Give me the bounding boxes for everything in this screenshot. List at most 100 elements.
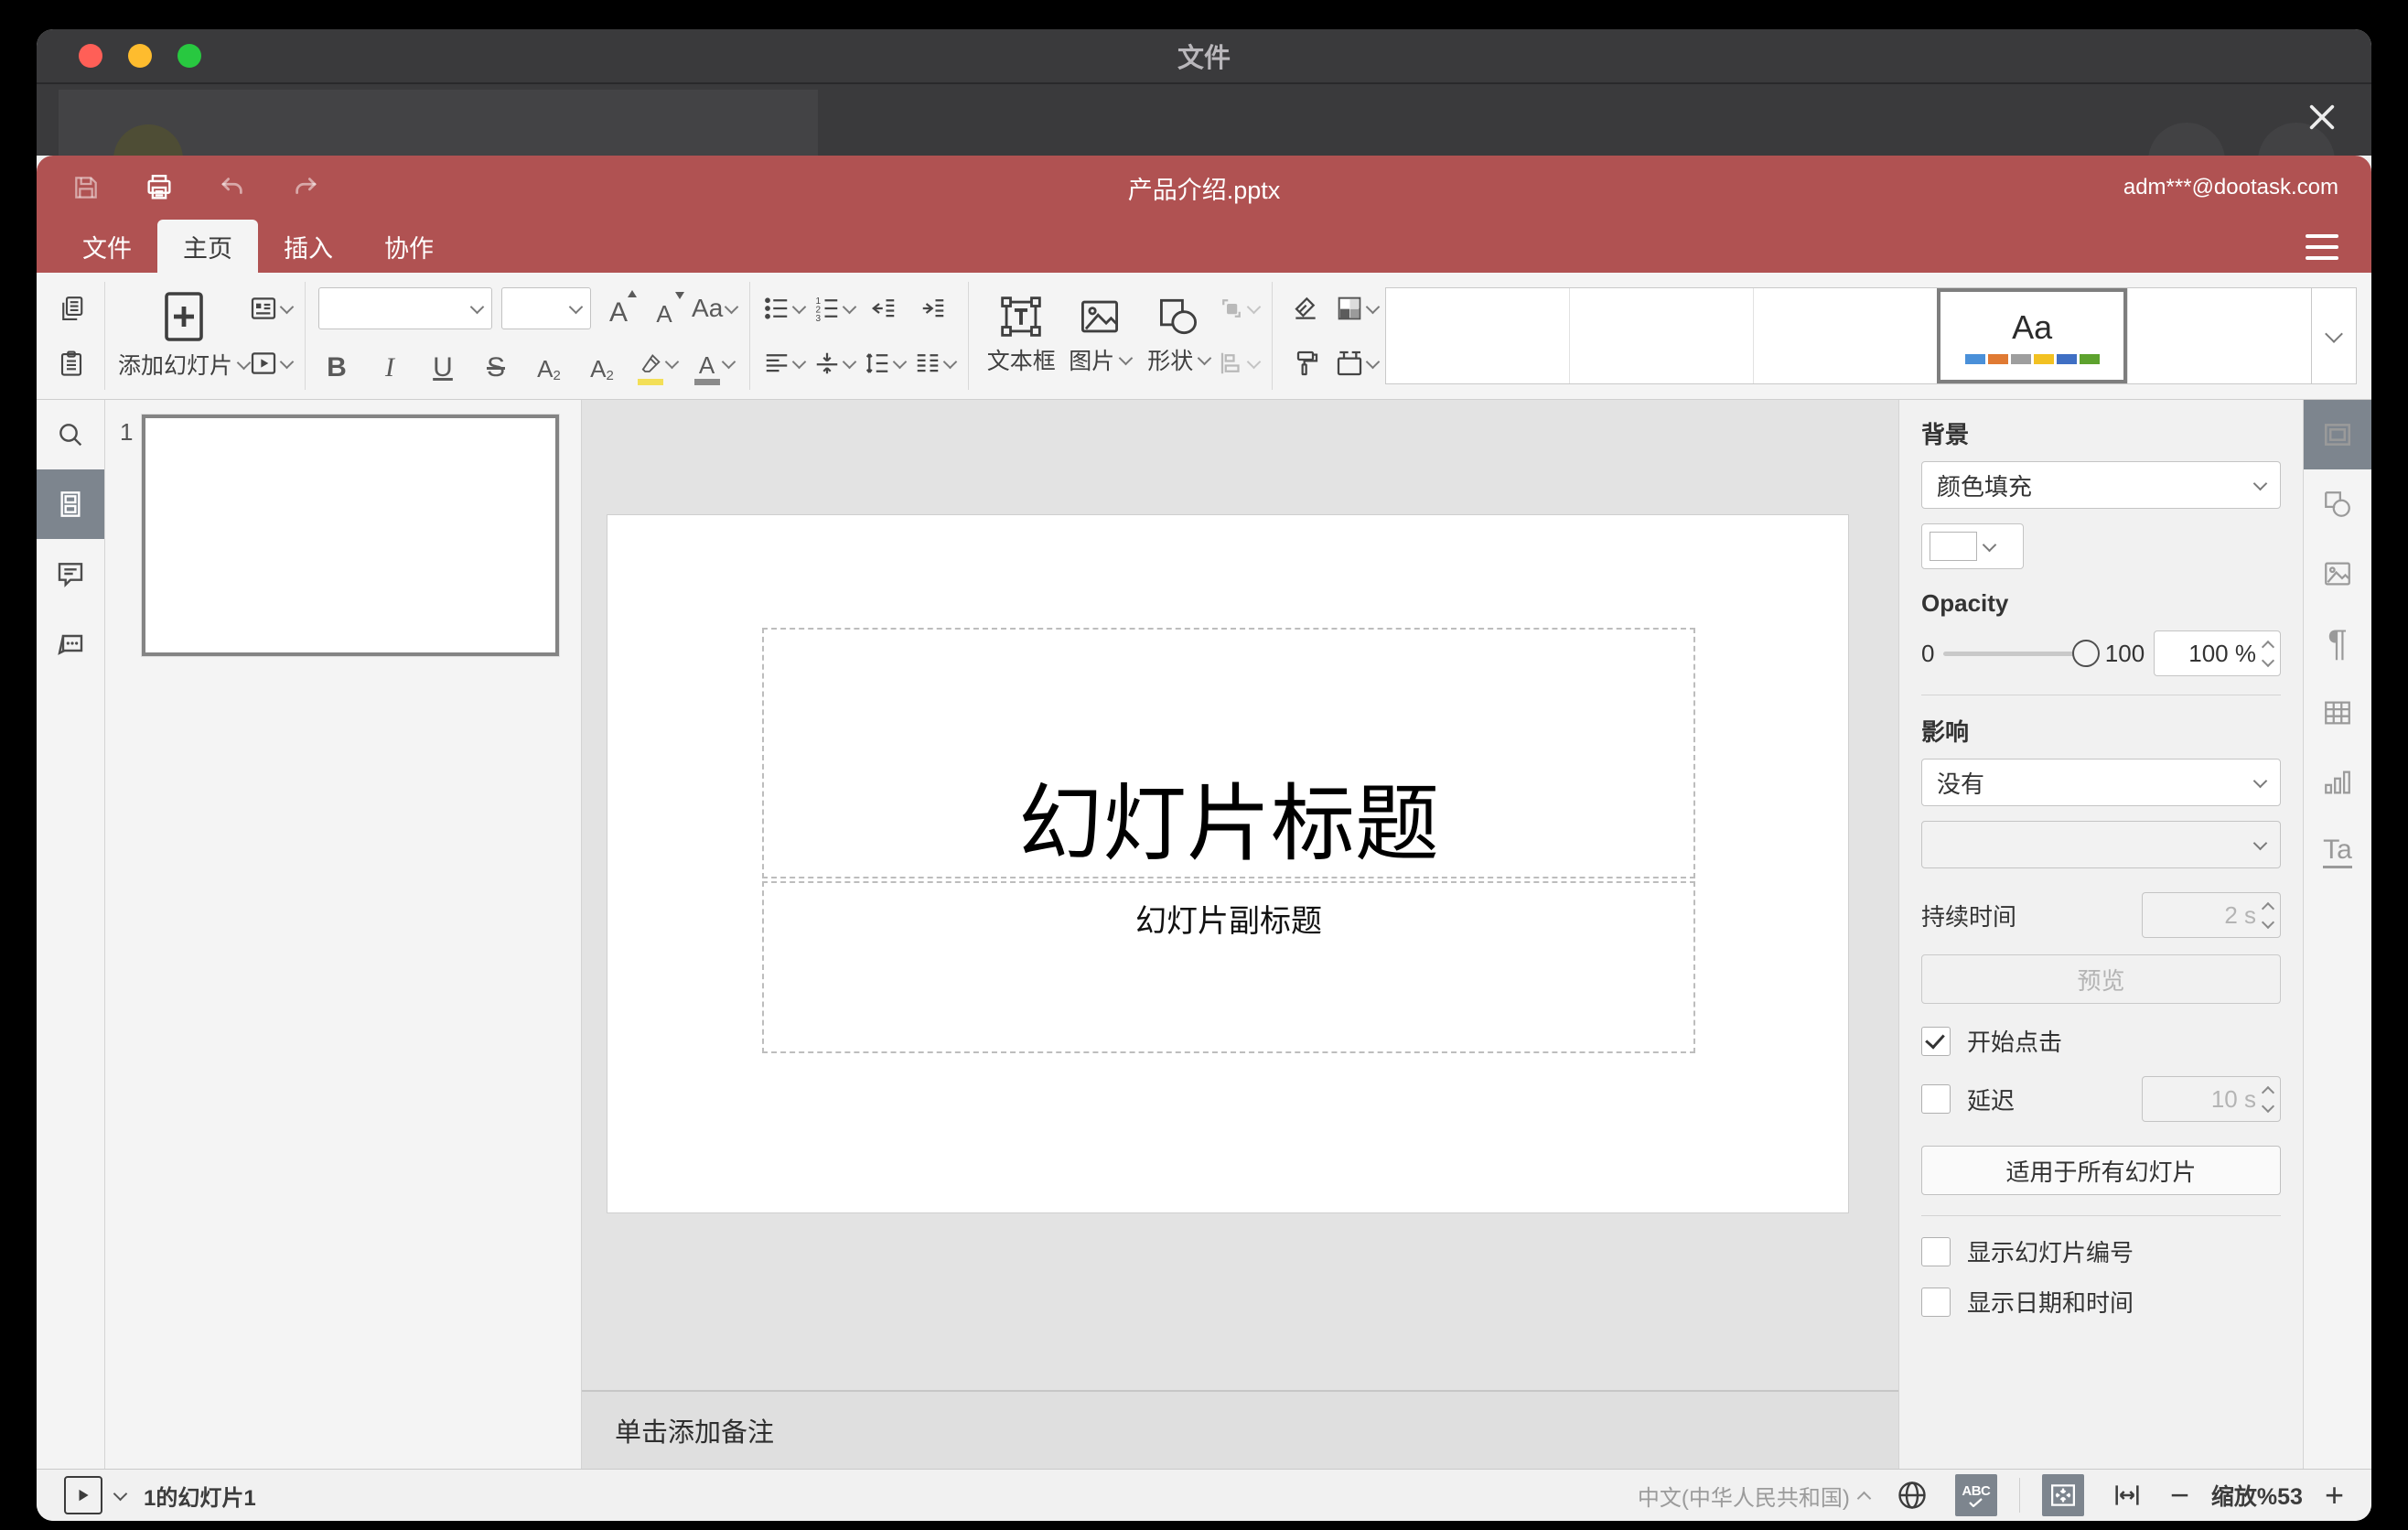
slides-panel-icon[interactable] [37,469,104,539]
theme-cell[interactable] [2127,288,2311,383]
color-scheme-button[interactable] [1335,286,1381,330]
table-settings-icon[interactable] [2304,678,2371,748]
theme-cell[interactable] [1753,288,1937,383]
preview-button[interactable]: 预览 [1921,954,2281,1004]
format-painter-button[interactable] [1285,341,1326,385]
delay-spinner[interactable]: 10 s [2142,1076,2281,1122]
insert-textbox-button[interactable]: 文本框 [982,285,1060,387]
italic-button[interactable]: I [371,339,408,387]
slide-canvas[interactable]: 幻灯片标题 幻灯片副标题 [582,400,1898,1390]
theme-cell[interactable] [1569,288,1753,383]
tab-home[interactable]: 主页 [157,220,258,273]
user-email[interactable]: adm***@dootask.com [2123,175,2338,200]
chat-icon[interactable] [37,609,104,678]
columns-button[interactable] [914,341,958,385]
tab-collaboration[interactable]: 协作 [359,220,459,273]
underline-button[interactable]: U [425,339,461,387]
slide[interactable]: 幻灯片标题 幻灯片副标题 [607,515,1848,1212]
font-size-combo[interactable] [501,287,592,329]
eraser-button[interactable] [1285,286,1326,330]
effect-select[interactable]: 没有 [1921,759,2281,806]
show-date-time-checkbox[interactable]: 显示日期和时间 [1921,1285,2281,1319]
tab-file[interactable]: 文件 [57,220,157,273]
font-color-button[interactable]: A [693,341,736,385]
subscript-button[interactable]: A2 [584,339,620,387]
add-slide-button[interactable]: 添加幻灯片 [118,285,252,387]
tab-insert[interactable]: 插入 [258,220,359,273]
strikeout-button[interactable]: S [478,339,514,387]
zoom-in-button[interactable]: + [2325,1479,2344,1512]
arrange-shape-button[interactable] [1218,286,1262,330]
textart-settings-icon[interactable]: Ta [2304,817,2371,887]
theme-cell-selected[interactable]: Aa [1937,288,2128,383]
opacity-slider[interactable] [1943,640,2100,667]
window-title: 文件 [1177,44,1231,73]
delay-checkbox[interactable]: 延迟 [1921,1083,2015,1116]
align-shape-button[interactable] [1218,341,1262,385]
quick-access-row: 产品介绍.pptx adm***@dootask.com [37,156,2371,220]
fit-to-width-button[interactable] [2106,1474,2148,1516]
duration-spinner[interactable]: 2 s [2142,892,2281,938]
document-language-icon[interactable] [1891,1474,1933,1516]
zoom-out-button[interactable]: − [2170,1479,2189,1512]
background-fill-select[interactable]: 颜色填充 [1921,461,2281,509]
font-group: A A Aa B I U S A2 A2 A [318,285,739,387]
superscript-button[interactable]: A2 [531,339,567,387]
change-case-button[interactable]: Aa [692,286,739,330]
opacity-spinner[interactable]: 100 % [2154,630,2281,676]
start-on-click-checkbox[interactable]: 开始点击 [1921,1024,2281,1058]
vertical-align-button[interactable] [813,341,857,385]
insert-shape-button[interactable]: 形状 [1139,285,1218,387]
background-color-picker[interactable] [1921,523,2024,569]
main-area: 1 幻灯片标题 幻灯片副标题 单击添加备注 背景 颜色填充 Opacity 0 … [37,400,2371,1469]
comments-icon[interactable] [37,539,104,609]
effect-variant-select[interactable] [1921,821,2281,868]
slide-thumbnail[interactable] [141,414,560,657]
checkbox[interactable] [1921,1287,1951,1317]
preview-options-icon[interactable] [113,1486,128,1501]
paste-button[interactable] [51,341,91,385]
paragraph-settings-icon[interactable]: ¶ [2304,609,2371,678]
show-slide-number-checkbox[interactable]: 显示幻灯片编号 [1921,1234,2281,1268]
bold-button[interactable]: B [318,339,355,387]
spin-up-icon[interactable] [2261,640,2275,653]
start-slideshow-button[interactable] [249,341,295,385]
decrease-font-icon[interactable]: A [646,285,685,332]
spellcheck-button[interactable]: ABC [1954,1474,1997,1516]
checkbox[interactable] [1921,1084,1951,1114]
theme-cell[interactable] [1386,288,1569,383]
increase-indent-button[interactable] [913,286,953,330]
copy-button[interactable] [51,286,91,330]
slide-layout-button[interactable] [249,286,295,330]
decrease-indent-button[interactable] [864,286,904,330]
apply-to-all-slides-button[interactable]: 适用于所有幻灯片 [1921,1146,2281,1195]
increase-font-icon[interactable]: A [600,285,638,332]
line-spacing-button[interactable] [864,341,908,385]
spin-down-icon[interactable] [2261,653,2275,667]
menu-icon[interactable] [2306,234,2338,260]
horizontal-align-button[interactable] [763,341,807,385]
bullets-button[interactable] [763,286,807,330]
opacity-slider-knob[interactable] [2071,640,2100,667]
language-selector[interactable]: 中文(中华人民共和国) [1638,1480,1872,1512]
title-placeholder[interactable]: 幻灯片标题 [762,628,1695,878]
chart-settings-icon[interactable] [2304,748,2371,817]
slide-size-button[interactable] [1335,341,1381,385]
font-name-combo[interactable] [318,287,493,329]
subtitle-placeholder[interactable]: 幻灯片副标题 [762,881,1695,1053]
close-icon[interactable] [2302,97,2342,137]
fit-to-slide-button[interactable] [2041,1474,2084,1516]
theme-gallery-expand-button[interactable] [2312,287,2357,384]
insert-image-button[interactable]: 图片 [1060,285,1139,387]
slide-settings-icon[interactable] [2304,400,2371,469]
checkbox[interactable] [1921,1236,1951,1266]
shape-settings-icon[interactable] [2304,469,2371,539]
numbering-button[interactable]: 1 2 3 [813,286,857,330]
checkbox[interactable] [1921,1026,1951,1056]
image-settings-icon[interactable] [2304,539,2371,609]
start-preview-icon[interactable] [64,1476,102,1514]
change-case-label: Aa [692,294,724,322]
notes-area[interactable]: 单击添加备注 [582,1390,1898,1469]
search-icon[interactable] [37,400,104,469]
highlight-color-button[interactable] [637,341,679,385]
